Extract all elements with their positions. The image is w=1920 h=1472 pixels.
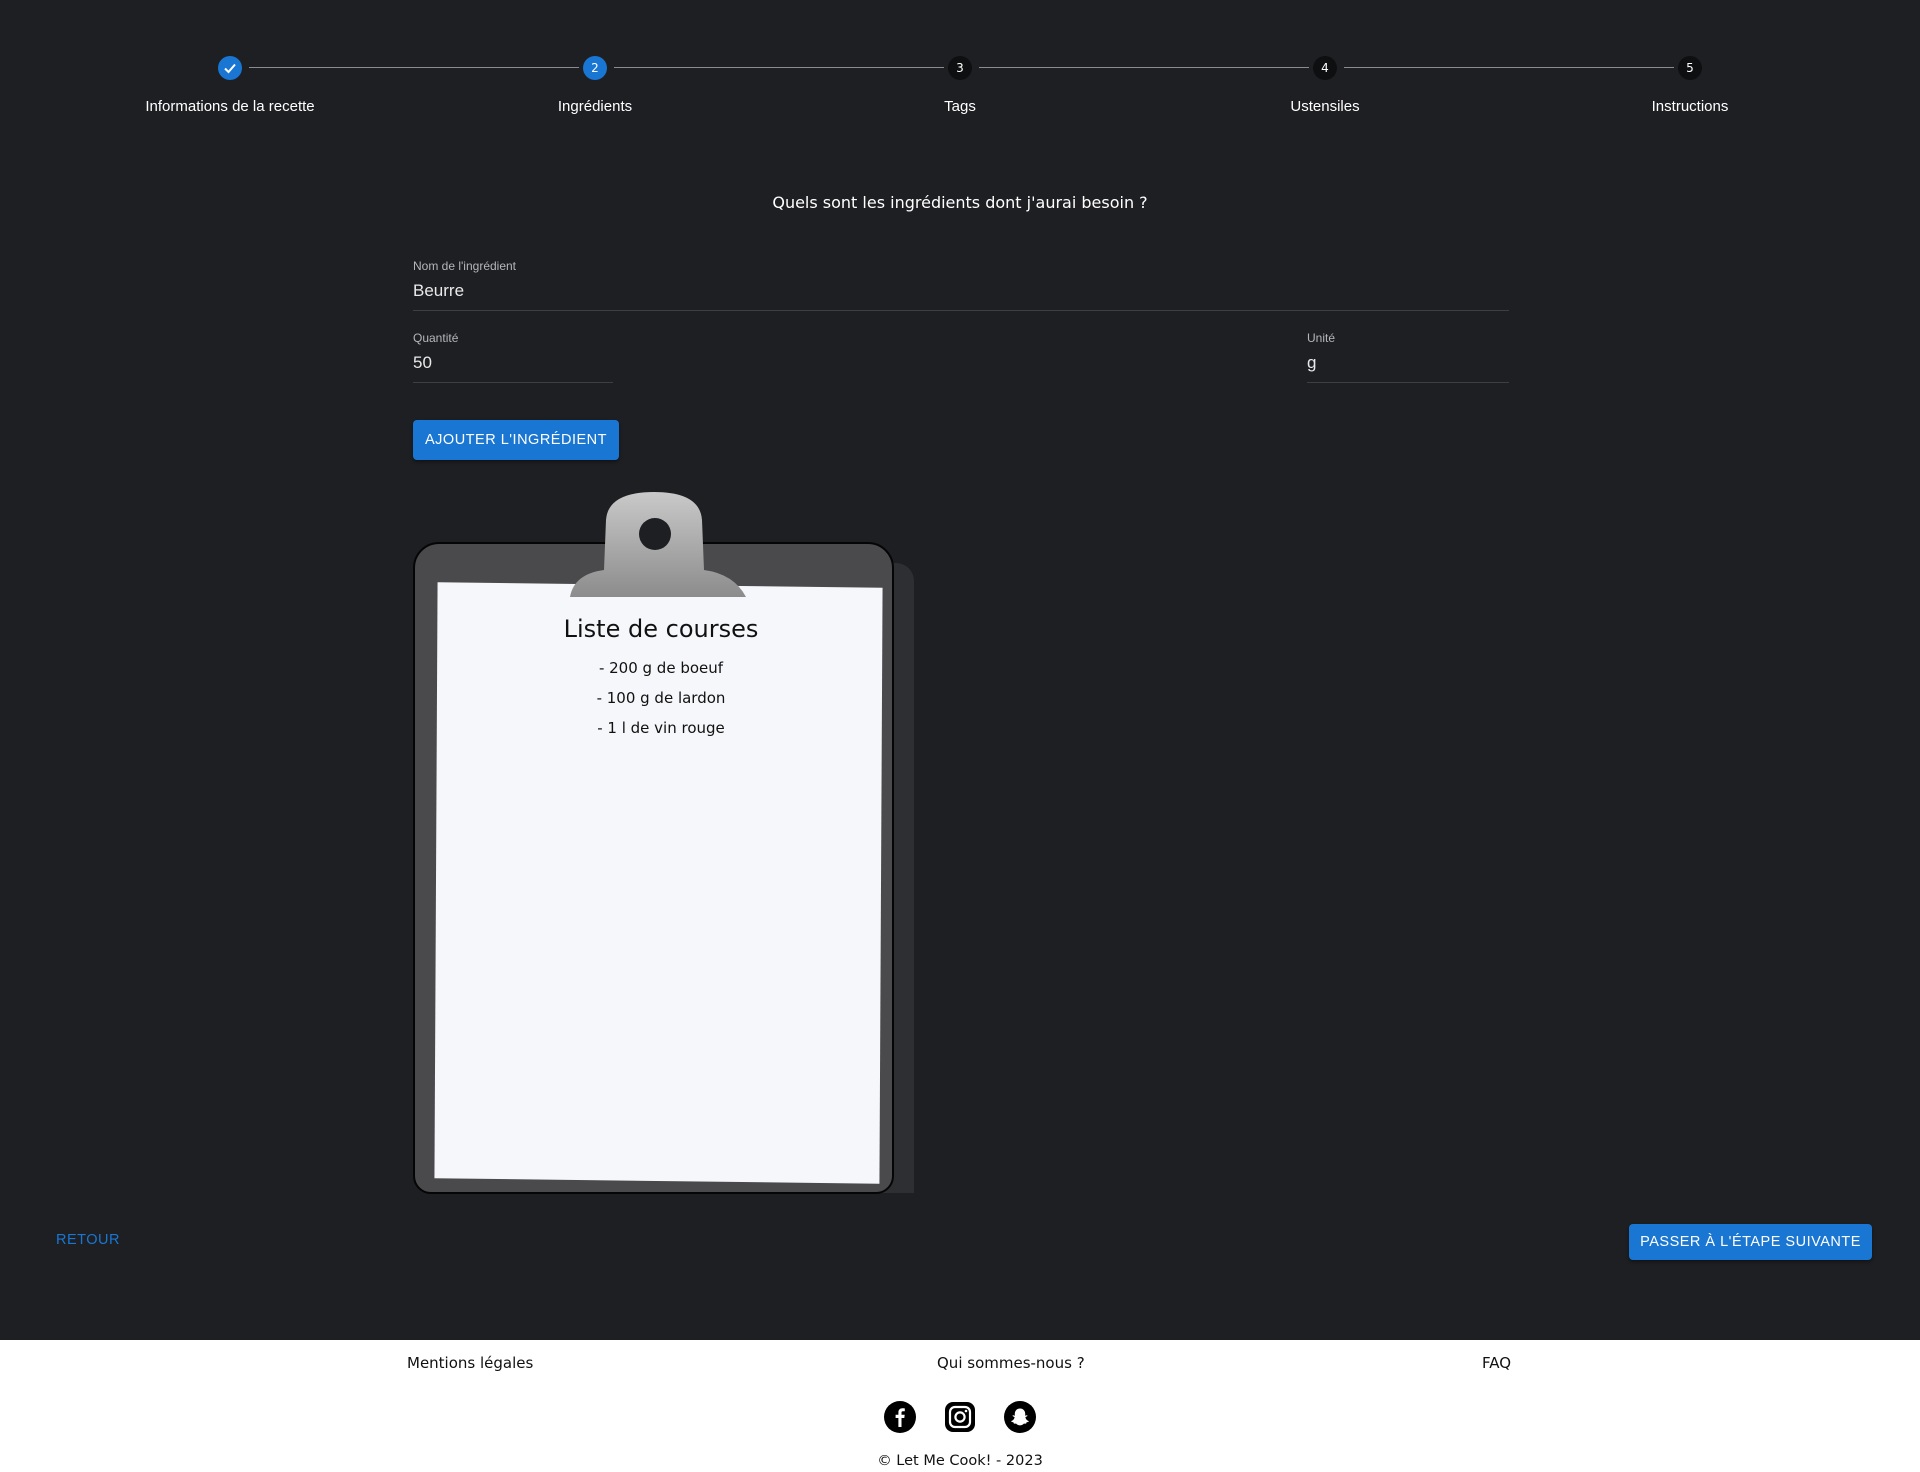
shopping-list: Liste de courses - 200 g de boeuf - 100 …: [436, 615, 886, 737]
quantity-input[interactable]: 50: [413, 353, 613, 373]
footer-link-faq[interactable]: FAQ: [1482, 1354, 1511, 1372]
step-2-label: Ingrédients: [557, 98, 633, 115]
step-5-number[interactable]: 5: [1678, 56, 1702, 80]
step-connector: [249, 67, 579, 68]
recipe-stepper: 2 3 4 5 Informations de la recette Ingré…: [0, 56, 1920, 136]
step-1-label: Informations de la recette: [145, 98, 315, 115]
step-connector: [1344, 67, 1674, 68]
list-item: - 200 g de boeuf: [598, 659, 724, 677]
quantity-underline: [413, 382, 613, 383]
quantity-label: Quantité: [413, 331, 459, 345]
ingredient-name-label: Nom de l'ingrédient: [413, 259, 517, 273]
step-1-check-icon[interactable]: [218, 56, 242, 80]
add-ingredient-button[interactable]: AJOUTER L'INGRÉDIENT: [413, 420, 619, 460]
list-item: - 100 g de lardon: [596, 689, 726, 707]
list-item: - 1 l de vin rouge: [597, 719, 725, 737]
unit-field[interactable]: Unité g: [1307, 331, 1509, 383]
ingredient-name-input[interactable]: Beurre: [413, 281, 1509, 301]
unit-input[interactable]: g: [1307, 353, 1509, 373]
form-question: Quels sont les ingrédients dont j'aurai …: [772, 193, 1148, 212]
footer-link-legal[interactable]: Mentions légales: [407, 1354, 533, 1372]
step-connector: [979, 67, 1309, 68]
unit-underline: [1307, 382, 1509, 383]
ingredient-name-field[interactable]: Nom de l'ingrédient Beurre: [413, 259, 1509, 311]
footer: Mentions légales Qui sommes-nous ? FAQ ©…: [0, 1340, 1920, 1472]
footer-link-about[interactable]: Qui sommes-nous ?: [937, 1354, 1085, 1372]
step-3-label: Tags: [944, 98, 976, 115]
back-button[interactable]: RETOUR: [56, 1232, 120, 1248]
unit-label: Unité: [1307, 331, 1336, 345]
clipboard-clip-icon: [570, 492, 746, 597]
step-connector: [614, 67, 944, 68]
step-4-label: Ustensiles: [1290, 98, 1360, 115]
copyright-text: © Let Me Cook! - 2023: [877, 1453, 1043, 1469]
shopping-list-title: Liste de courses: [563, 615, 759, 643]
next-step-button[interactable]: PASSER À L'ÉTAPE SUIVANTE: [1629, 1224, 1872, 1260]
facebook-icon[interactable]: [884, 1401, 916, 1433]
step-3-number[interactable]: 3: [948, 56, 972, 80]
step-5-label: Instructions: [1651, 98, 1729, 115]
quantity-field[interactable]: Quantité 50: [413, 331, 613, 383]
step-4-number[interactable]: 4: [1313, 56, 1337, 80]
snapchat-icon[interactable]: [1004, 1401, 1036, 1433]
ingredient-name-underline: [413, 310, 1509, 311]
instagram-icon[interactable]: [944, 1401, 976, 1433]
step-2-number[interactable]: 2: [583, 56, 607, 80]
